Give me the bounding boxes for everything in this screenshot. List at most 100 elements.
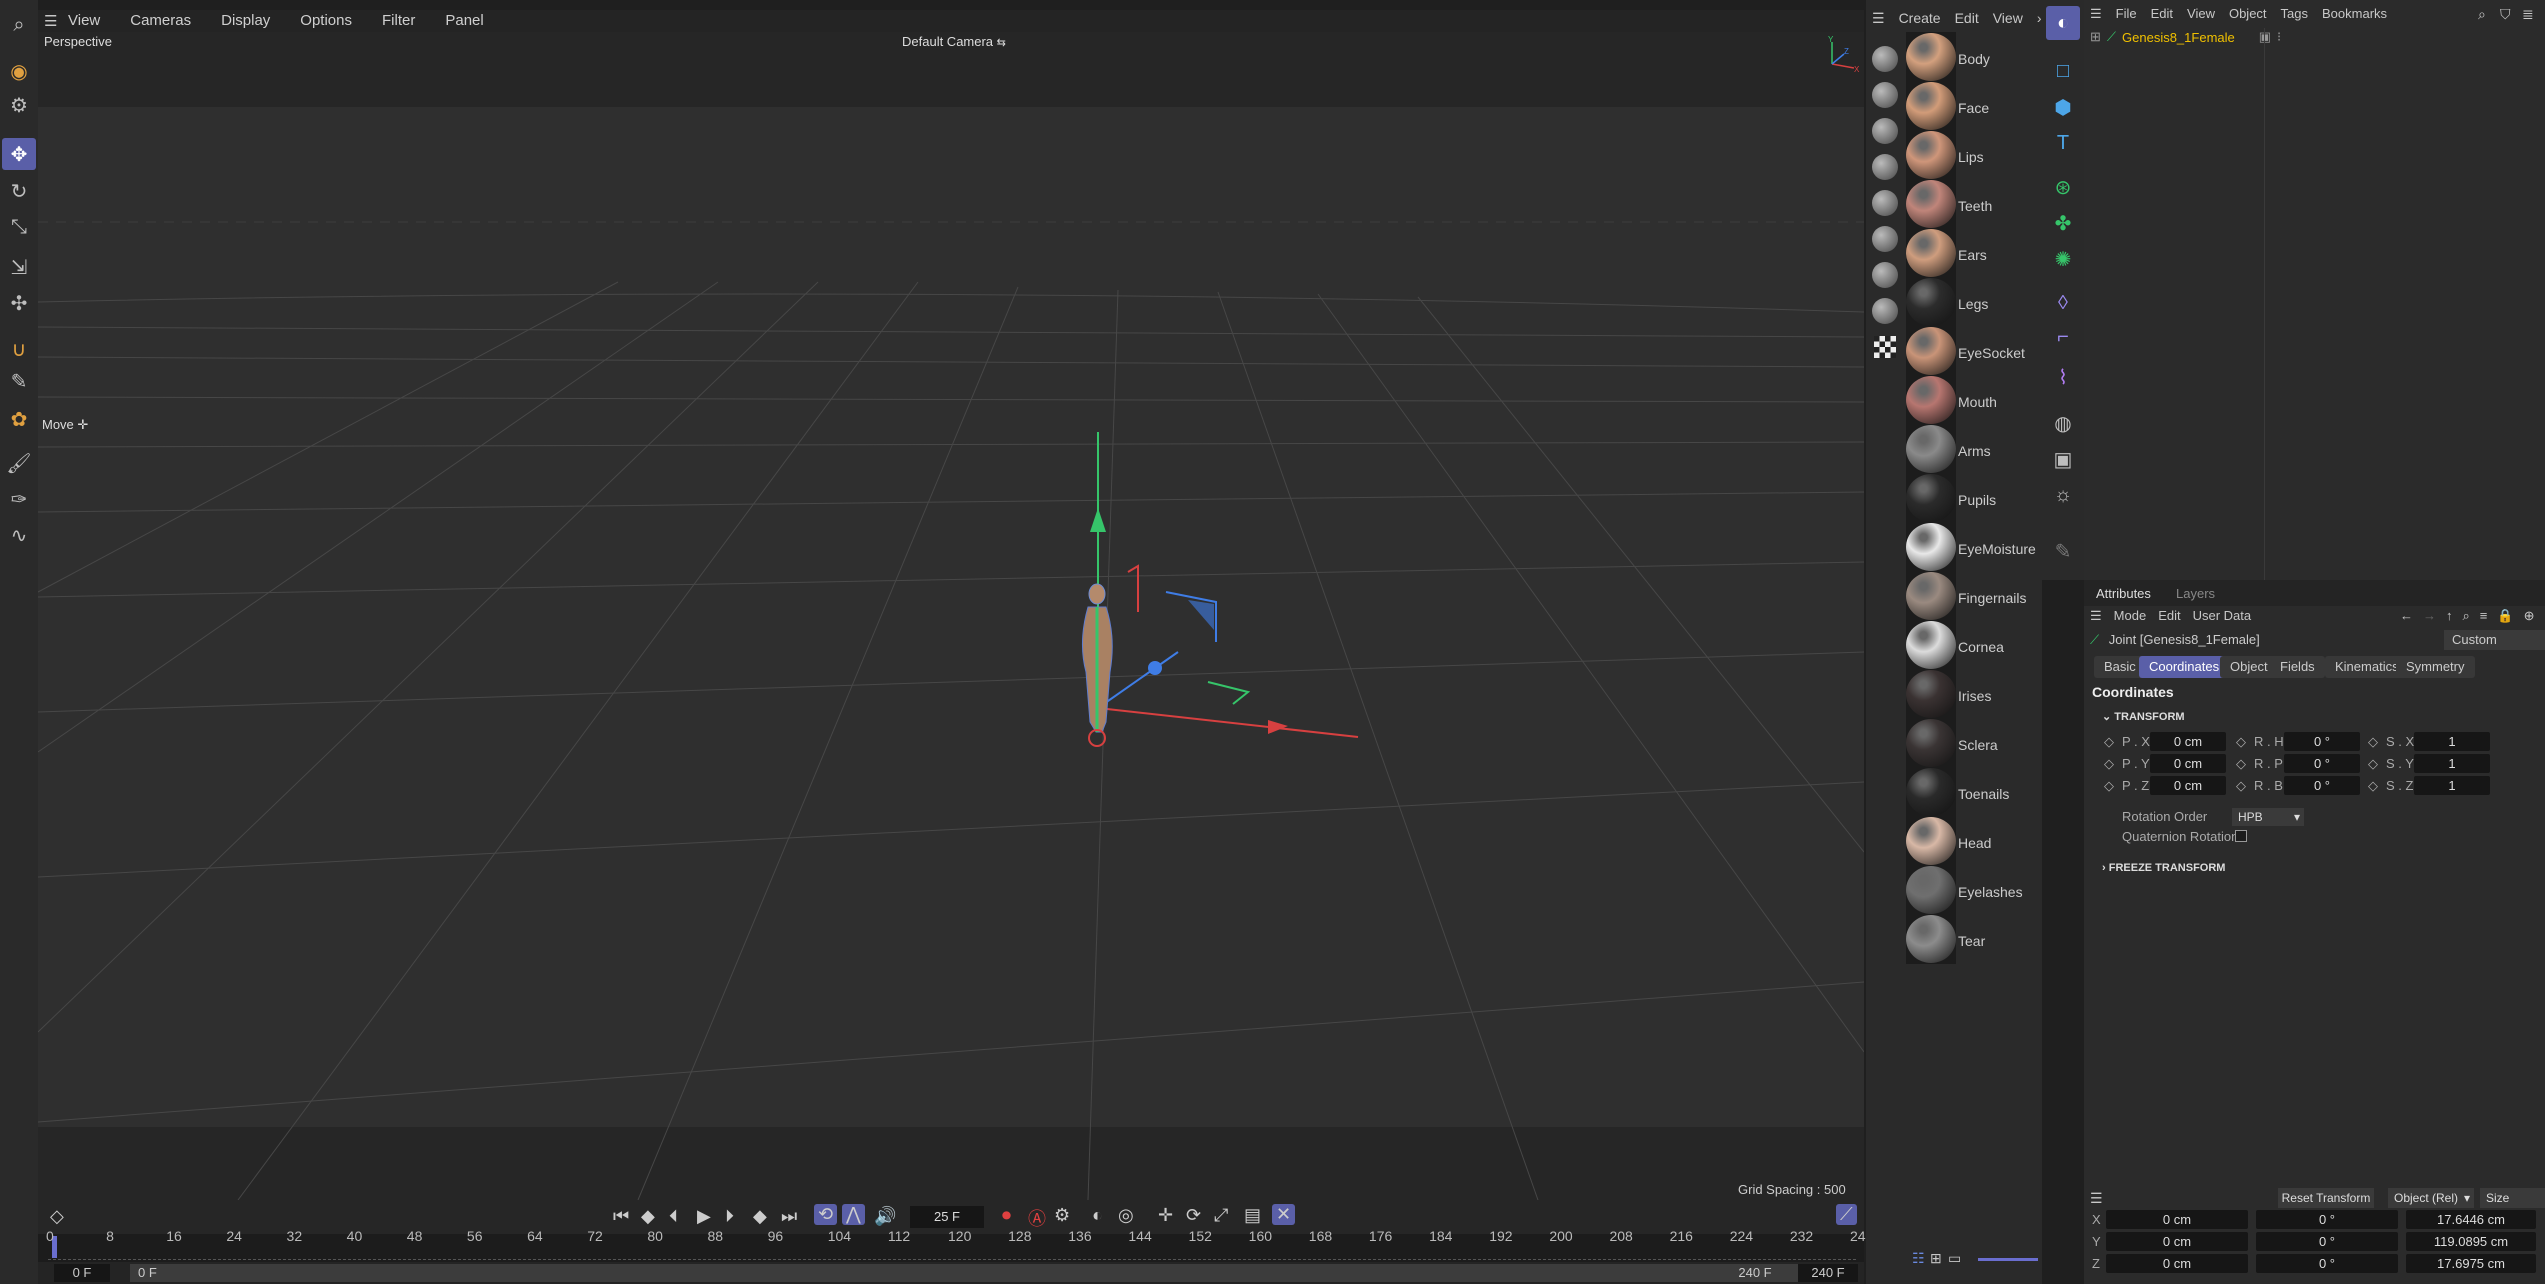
subtab-object[interactable]: Object (2220, 656, 2278, 678)
loop-icon[interactable]: ⟲ (814, 1204, 838, 1225)
attributes-menu-icon[interactable]: ☰ (2090, 608, 2102, 624)
point-key-icon[interactable]: ✕ (1272, 1204, 1296, 1225)
camera-icon[interactable]: ▣ (2048, 444, 2078, 474)
object-filter-icon[interactable]: ⛉ (2500, 6, 2511, 23)
keyframe-diamond-icon[interactable]: ◇ (2236, 734, 2246, 750)
magnet-tool-icon[interactable]: ∪ (4, 334, 34, 364)
go-start-icon[interactable]: ⏮ (613, 1206, 629, 1227)
material-sphere-icon[interactable] (1872, 46, 1898, 72)
object-menu-view[interactable]: View (2187, 6, 2215, 22)
material-glossy-icon[interactable] (1872, 154, 1898, 180)
coord-pos-field[interactable]: 0 cm (2106, 1210, 2248, 1229)
subtab-fields[interactable]: Fields (2270, 656, 2325, 678)
material-label[interactable]: Face (1958, 100, 1989, 116)
material-swatch[interactable] (1906, 229, 1956, 277)
coord-rot-field[interactable]: 0 ° (2256, 1210, 2398, 1229)
camera-label[interactable]: Default Camera ⇆ (902, 34, 1006, 49)
keyframe-diamond-icon[interactable]: ◇ (2104, 778, 2114, 794)
param-key-icon[interactable]: ▤ (1244, 1205, 1261, 1226)
generator-icon[interactable]: ✺ (2048, 244, 2078, 274)
current-frame-field[interactable]: 25 F (910, 1206, 984, 1228)
material-swatch[interactable] (1906, 82, 1956, 130)
next-frame-icon[interactable]: ⏵ (725, 1206, 734, 1227)
material-label[interactable]: Lips (1958, 149, 1984, 165)
paint-tool-icon[interactable]: ✿ (4, 404, 34, 434)
keyframe-diamond-icon[interactable]: ◇ (2236, 778, 2246, 794)
light-icon[interactable]: ☼ (2048, 480, 2078, 510)
reset-transform-button[interactable]: Reset Transform (2278, 1188, 2374, 1208)
tree-expand-icon[interactable]: ⊞ (2090, 29, 2101, 45)
selection-tool-icon[interactable]: ◉ (4, 56, 34, 86)
keyframe-diamond-icon[interactable]: ◇ (2368, 734, 2378, 750)
brush-tool-icon[interactable]: 🖌 (4, 448, 34, 478)
tab-layers[interactable]: Layers (2176, 586, 2215, 601)
material-label[interactable]: Toenails (1958, 786, 2009, 802)
material-swatch[interactable] (1906, 474, 1956, 522)
settings-tool-icon[interactable]: ⚙ (4, 90, 34, 120)
coords-size-select[interactable]: Size (2480, 1188, 2545, 1208)
pen-tool-icon[interactable]: ✎ (4, 366, 34, 396)
list-view-icon[interactable]: ☷ (1912, 1250, 1925, 1267)
material-swatch[interactable] (1906, 572, 1956, 620)
material-reflect-icon[interactable] (1872, 190, 1898, 216)
snap-tool-icon[interactable]: ✣ (4, 288, 34, 318)
coord-pos-field[interactable]: 0 cm (2106, 1254, 2248, 1273)
material-swatch[interactable] (1906, 278, 1956, 326)
keyframe-diamond-icon[interactable]: ◇ (2368, 778, 2378, 794)
play-icon[interactable]: ▶ (697, 1206, 711, 1227)
r-value-field[interactable]: 0 ° (2284, 776, 2360, 795)
material-swatch[interactable] (1906, 866, 1956, 914)
material-label[interactable]: Ears (1958, 247, 1987, 263)
material-swatch[interactable] (1906, 670, 1956, 718)
text-object-icon[interactable]: T (2048, 128, 2078, 158)
material-label[interactable]: EyeMoisture (1958, 541, 2036, 557)
object-menu-file[interactable]: File (2116, 6, 2137, 22)
material-toon-icon[interactable] (1872, 118, 1898, 144)
lock-icon[interactable]: 🔒 (2497, 608, 2513, 624)
environment-icon[interactable]: ◍ (2048, 408, 2078, 438)
subdivision-icon[interactable]: ⊛ (2048, 172, 2078, 202)
material-swatch[interactable] (1906, 376, 1956, 424)
object-menu-edit[interactable]: Edit (2151, 6, 2173, 22)
p-value-field[interactable]: 0 cm (2150, 754, 2226, 773)
up-icon[interactable]: ↑ (2446, 608, 2453, 624)
attr-search-icon[interactable]: ⌕ (2463, 608, 2470, 624)
material-swatch[interactable] (1906, 33, 1956, 81)
material-label[interactable]: Cornea (1958, 639, 2004, 655)
material-menu-create[interactable]: Create (1899, 10, 1941, 32)
coord-size-field[interactable]: 119.0895 cm (2406, 1232, 2536, 1251)
s-value-field[interactable]: 1 (2414, 776, 2490, 795)
material-swatch[interactable] (1906, 180, 1956, 228)
scale-tool-icon[interactable]: ⤡ (4, 212, 34, 242)
s-value-field[interactable]: 1 (2414, 754, 2490, 773)
menu-filter[interactable]: Filter (382, 12, 415, 29)
start-frame-b[interactable]: 0 F (130, 1264, 1830, 1282)
pla-icon[interactable]: ◎ (1118, 1205, 1134, 1226)
material-label[interactable]: Teeth (1958, 198, 1992, 214)
viewport[interactable]: Perspective Default Camera ⇆ Move ✛ Y X … (38, 32, 1864, 1200)
coord-pos-field[interactable]: 0 cm (2106, 1232, 2248, 1251)
object-search-icon[interactable]: ⌕ (2478, 6, 2486, 23)
material-label[interactable]: Irises (1958, 688, 1991, 704)
menu-options[interactable]: Options (300, 12, 352, 29)
subtab-symmetry[interactable]: Symmetry (2396, 656, 2475, 678)
attr-filter-icon[interactable]: ≡ (2480, 608, 2488, 624)
forward-icon[interactable]: → (2423, 608, 2436, 624)
keyframe-diamond-icon[interactable]: ◇ (2236, 756, 2246, 772)
graph-icon[interactable]: ⟋ (1836, 1204, 1857, 1225)
p-value-field[interactable]: 0 cm (2150, 776, 2226, 795)
next-key-icon[interactable]: ◆ (753, 1206, 767, 1227)
rotation-order-select[interactable]: HPB ▾ (2232, 808, 2304, 826)
material-swatch[interactable] (1906, 425, 1956, 473)
spline-tool-icon[interactable]: ∿ (4, 520, 34, 550)
keyframe-diamond-icon[interactable]: ◇ (2104, 734, 2114, 750)
material-label[interactable]: EyeSocket (1958, 345, 2025, 361)
tag-tool-icon[interactable]: ✎ (2048, 536, 2078, 566)
coords-mode-select[interactable]: Object (Rel) ▾ (2388, 1188, 2474, 1208)
quaternion-checkbox[interactable] (2235, 830, 2247, 842)
viewport-menu-icon[interactable]: ☰ (44, 12, 57, 30)
material-label[interactable]: Arms (1958, 443, 1991, 459)
material-label[interactable]: Sclera (1958, 737, 1998, 753)
material-label[interactable]: Tear (1958, 933, 1985, 949)
menu-cameras[interactable]: Cameras (130, 12, 191, 29)
